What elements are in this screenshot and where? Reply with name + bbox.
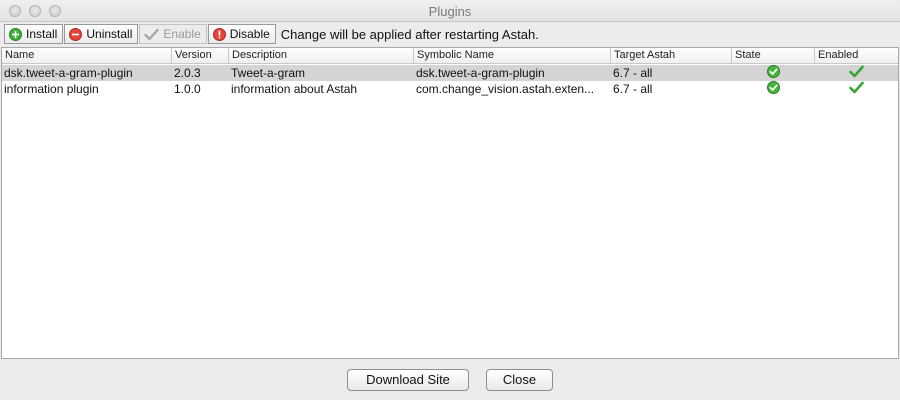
restart-notice: Change will be applied after restarting … xyxy=(280,26,539,42)
cell-target-astah: 6.7 - all xyxy=(613,66,653,80)
disable-button[interactable]: Disable xyxy=(207,24,276,44)
plugins-window: Plugins Install Uninstall Enable Disable… xyxy=(0,0,900,400)
install-button[interactable]: Install xyxy=(4,24,64,44)
green-checkmark-icon xyxy=(849,65,864,81)
cell-state xyxy=(732,65,815,81)
green-checkmark-icon xyxy=(849,81,864,97)
plus-icon xyxy=(9,27,22,41)
close-button[interactable]: Close xyxy=(486,369,553,391)
cell-description: information about Astah xyxy=(231,82,358,96)
cell-version: 2.0.3 xyxy=(174,66,201,80)
cell-description: Tweet-a-gram xyxy=(231,66,306,80)
window-title: Plugins xyxy=(428,4,472,19)
checkmark-icon xyxy=(144,28,160,41)
cell-name: information plugin xyxy=(4,82,99,96)
download-site-button[interactable]: Download Site xyxy=(347,369,469,391)
column-header-target-astah[interactable]: Target Astah xyxy=(611,48,732,64)
column-header-version[interactable]: Version xyxy=(172,48,229,64)
cell-version: 1.0.0 xyxy=(174,82,201,96)
cell-enabled xyxy=(815,65,898,81)
green-check-circle-icon xyxy=(767,81,780,97)
table-row[interactable]: dsk.tweet-a-gram-plugin 2.0.3 Tweet-a-gr… xyxy=(2,65,898,81)
table-row[interactable]: information plugin 1.0.0 information abo… xyxy=(2,81,898,97)
column-header-state[interactable]: State xyxy=(732,48,815,64)
column-header-symbolic-name[interactable]: Symbolic Name xyxy=(414,48,611,64)
enable-label: Enable xyxy=(163,27,201,41)
cell-name: dsk.tweet-a-gram-plugin xyxy=(4,66,133,80)
uninstall-button[interactable]: Uninstall xyxy=(64,24,139,44)
cell-symbolic-name: com.change_vision.astah.exten... xyxy=(416,82,595,96)
uninstall-label: Uninstall xyxy=(86,27,133,41)
toolbar: Install Uninstall Enable Disable Change … xyxy=(4,24,539,44)
cell-enabled xyxy=(815,81,898,97)
title-bar: Plugins xyxy=(0,0,900,22)
column-header-description[interactable]: Description xyxy=(229,48,414,64)
enable-button[interactable]: Enable xyxy=(139,24,207,44)
cell-target-astah: 6.7 - all xyxy=(613,82,653,96)
cell-state xyxy=(732,81,815,97)
column-header-name[interactable]: Name xyxy=(2,48,172,64)
install-label: Install xyxy=(26,27,58,41)
column-header-enabled[interactable]: Enabled xyxy=(815,48,898,64)
minus-icon xyxy=(69,27,83,41)
table-header: Name Version Description Symbolic Name T… xyxy=(2,48,898,64)
green-check-circle-icon xyxy=(767,65,780,81)
plugins-table[interactable]: Name Version Description Symbolic Name T… xyxy=(1,47,899,359)
disable-label: Disable xyxy=(229,27,270,41)
cell-symbolic-name: dsk.tweet-a-gram-plugin xyxy=(416,66,545,80)
exclamation-icon xyxy=(212,27,226,41)
